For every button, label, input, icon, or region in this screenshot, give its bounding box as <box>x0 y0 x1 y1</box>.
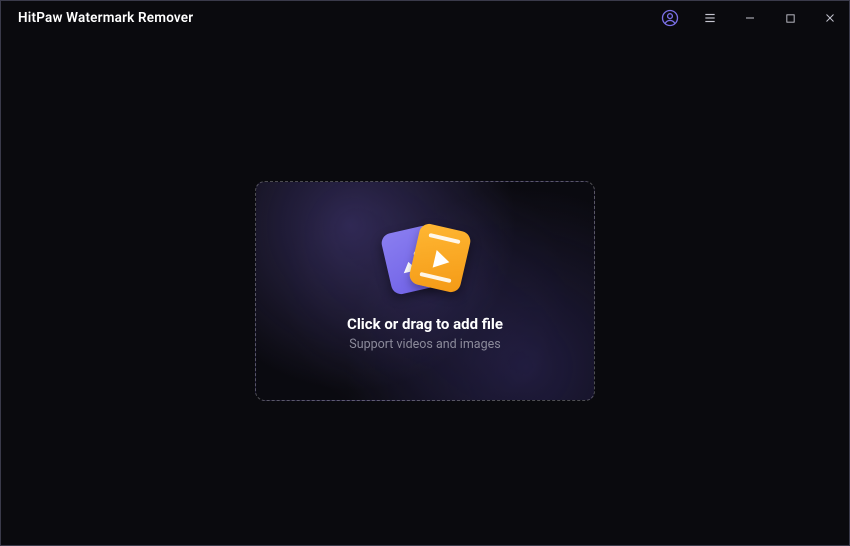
minimize-icon <box>744 12 756 24</box>
menu-icon <box>703 11 717 25</box>
maximize-button[interactable] <box>770 0 810 36</box>
file-type-illustration <box>380 227 470 297</box>
close-icon <box>824 12 836 24</box>
titlebar-controls <box>650 0 850 36</box>
user-circle-icon <box>661 9 679 27</box>
account-button[interactable] <box>650 0 690 36</box>
main-area: Click or drag to add file Support videos… <box>0 36 850 546</box>
maximize-icon <box>785 13 796 24</box>
dropzone-title: Click or drag to add file <box>347 315 503 333</box>
titlebar: HitPaw Watermark Remover <box>0 0 850 36</box>
dropzone-subtitle: Support videos and images <box>349 337 500 352</box>
minimize-button[interactable] <box>730 0 770 36</box>
app-title: HitPaw Watermark Remover <box>18 10 193 26</box>
close-button[interactable] <box>810 0 850 36</box>
menu-button[interactable] <box>690 0 730 36</box>
file-dropzone[interactable]: Click or drag to add file Support videos… <box>255 181 595 401</box>
